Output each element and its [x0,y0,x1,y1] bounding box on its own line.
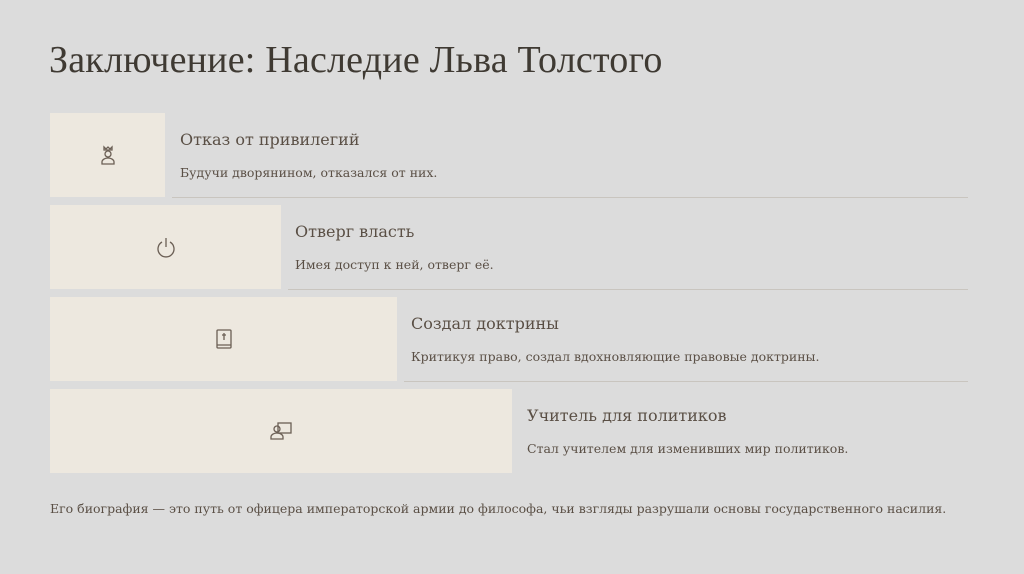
item-title: Отверг власть [295,222,415,241]
divider [288,289,968,290]
bible-icon [215,329,232,349]
divider [404,381,968,382]
teacher-icon [270,422,292,440]
icon-box [50,113,165,197]
item-title: Отказ от привилегий [180,130,360,149]
page-title: Заключение: Наследие Льва Толстого [49,39,663,81]
king-icon [100,145,115,165]
item-title: Учитель для политиков [527,406,727,425]
item-title: Создал доктрины [411,314,559,333]
item-desc: Имея доступ к ней, отверг её. [295,257,494,272]
item-desc: Критикуя право, создал вдохновляющие пра… [411,349,820,364]
icon-box [50,205,281,289]
icon-box [50,389,512,473]
power-icon [156,238,175,258]
divider [172,197,968,198]
icon-box [50,297,397,381]
item-desc: Будучи дворянином, отказался от них. [180,165,438,180]
item-desc: Стал учителем для изменивших мир политик… [527,441,849,456]
footer-text: Его биография — это путь от офицера импе… [50,501,947,516]
